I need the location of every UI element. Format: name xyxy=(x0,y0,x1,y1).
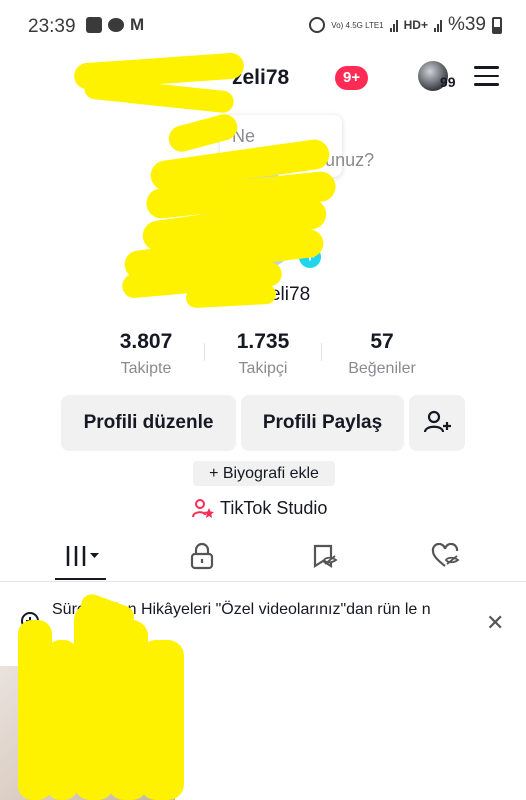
close-icon[interactable]: ✕ xyxy=(486,610,504,636)
status-time: 23:39 xyxy=(28,16,76,37)
gmail-icon: M xyxy=(130,15,145,34)
bookmark-hidden-icon xyxy=(313,544,338,568)
account-count: 99 xyxy=(440,74,456,90)
edit-profile-label: Profili düzenle xyxy=(83,412,214,433)
active-tab-indicator xyxy=(55,578,106,580)
tab-saved[interactable] xyxy=(294,540,354,572)
gallery-icon xyxy=(86,17,102,33)
message-icon xyxy=(108,18,124,32)
tab-private[interactable] xyxy=(172,540,232,572)
studio-icon xyxy=(192,499,214,518)
tab-divider xyxy=(0,581,526,582)
network-label: Vo) 4.5G LTE1 xyxy=(331,20,384,30)
status-bar: 23:39 M Vo) 4.5G LTE1 HD+ %39 xyxy=(0,0,526,56)
notification-badge[interactable]: 9+ xyxy=(335,66,369,90)
stat-likes[interactable]: 57 Beğeniler xyxy=(340,330,424,378)
signal-icon xyxy=(389,18,398,32)
tab-videos[interactable] xyxy=(52,540,112,572)
stat-following-label: Takipte xyxy=(120,360,172,377)
battery-percent: %39 xyxy=(447,14,486,35)
hotspot-icon xyxy=(309,17,326,33)
hd-icon: HD+ xyxy=(403,18,428,32)
hamburger-menu-icon[interactable] xyxy=(474,66,499,86)
stat-followers-value: 1.735 xyxy=(236,330,290,353)
battery-icon xyxy=(492,16,502,34)
stat-divider xyxy=(321,343,322,361)
share-profile-button[interactable]: Profili Paylaş xyxy=(241,395,404,451)
tiktok-studio-link[interactable]: TikTok Studio xyxy=(192,496,327,520)
add-friend-icon xyxy=(423,410,451,433)
share-profile-label: Profili Paylaş xyxy=(262,412,383,433)
stat-following-value: 3.807 xyxy=(119,330,173,353)
video-grid-icon xyxy=(66,546,99,566)
stat-followers-label: Takipçi xyxy=(238,360,288,377)
system-icons: Vo) 4.5G LTE1 HD+ %39 xyxy=(309,14,502,36)
stat-followers[interactable]: 1.735 Takipçi xyxy=(228,330,298,378)
tab-liked[interactable] xyxy=(416,540,476,572)
signal-2-icon xyxy=(433,18,442,32)
add-friend-button[interactable] xyxy=(409,395,465,451)
tiktok-studio-label: TikTok Studio xyxy=(220,497,328,518)
add-bio-button[interactable]: + Biyografi ekle xyxy=(193,461,335,486)
edit-profile-button[interactable]: Profili düzenle xyxy=(61,395,236,451)
stat-divider xyxy=(204,343,205,361)
lock-icon xyxy=(190,542,214,570)
stat-likes-value: 57 xyxy=(370,330,394,353)
heart-hidden-icon xyxy=(431,543,460,567)
stat-likes-label: Beğeniler xyxy=(348,360,416,377)
stat-following[interactable]: 3.807 Takipte xyxy=(108,330,184,378)
notification-icons: M xyxy=(86,15,145,34)
